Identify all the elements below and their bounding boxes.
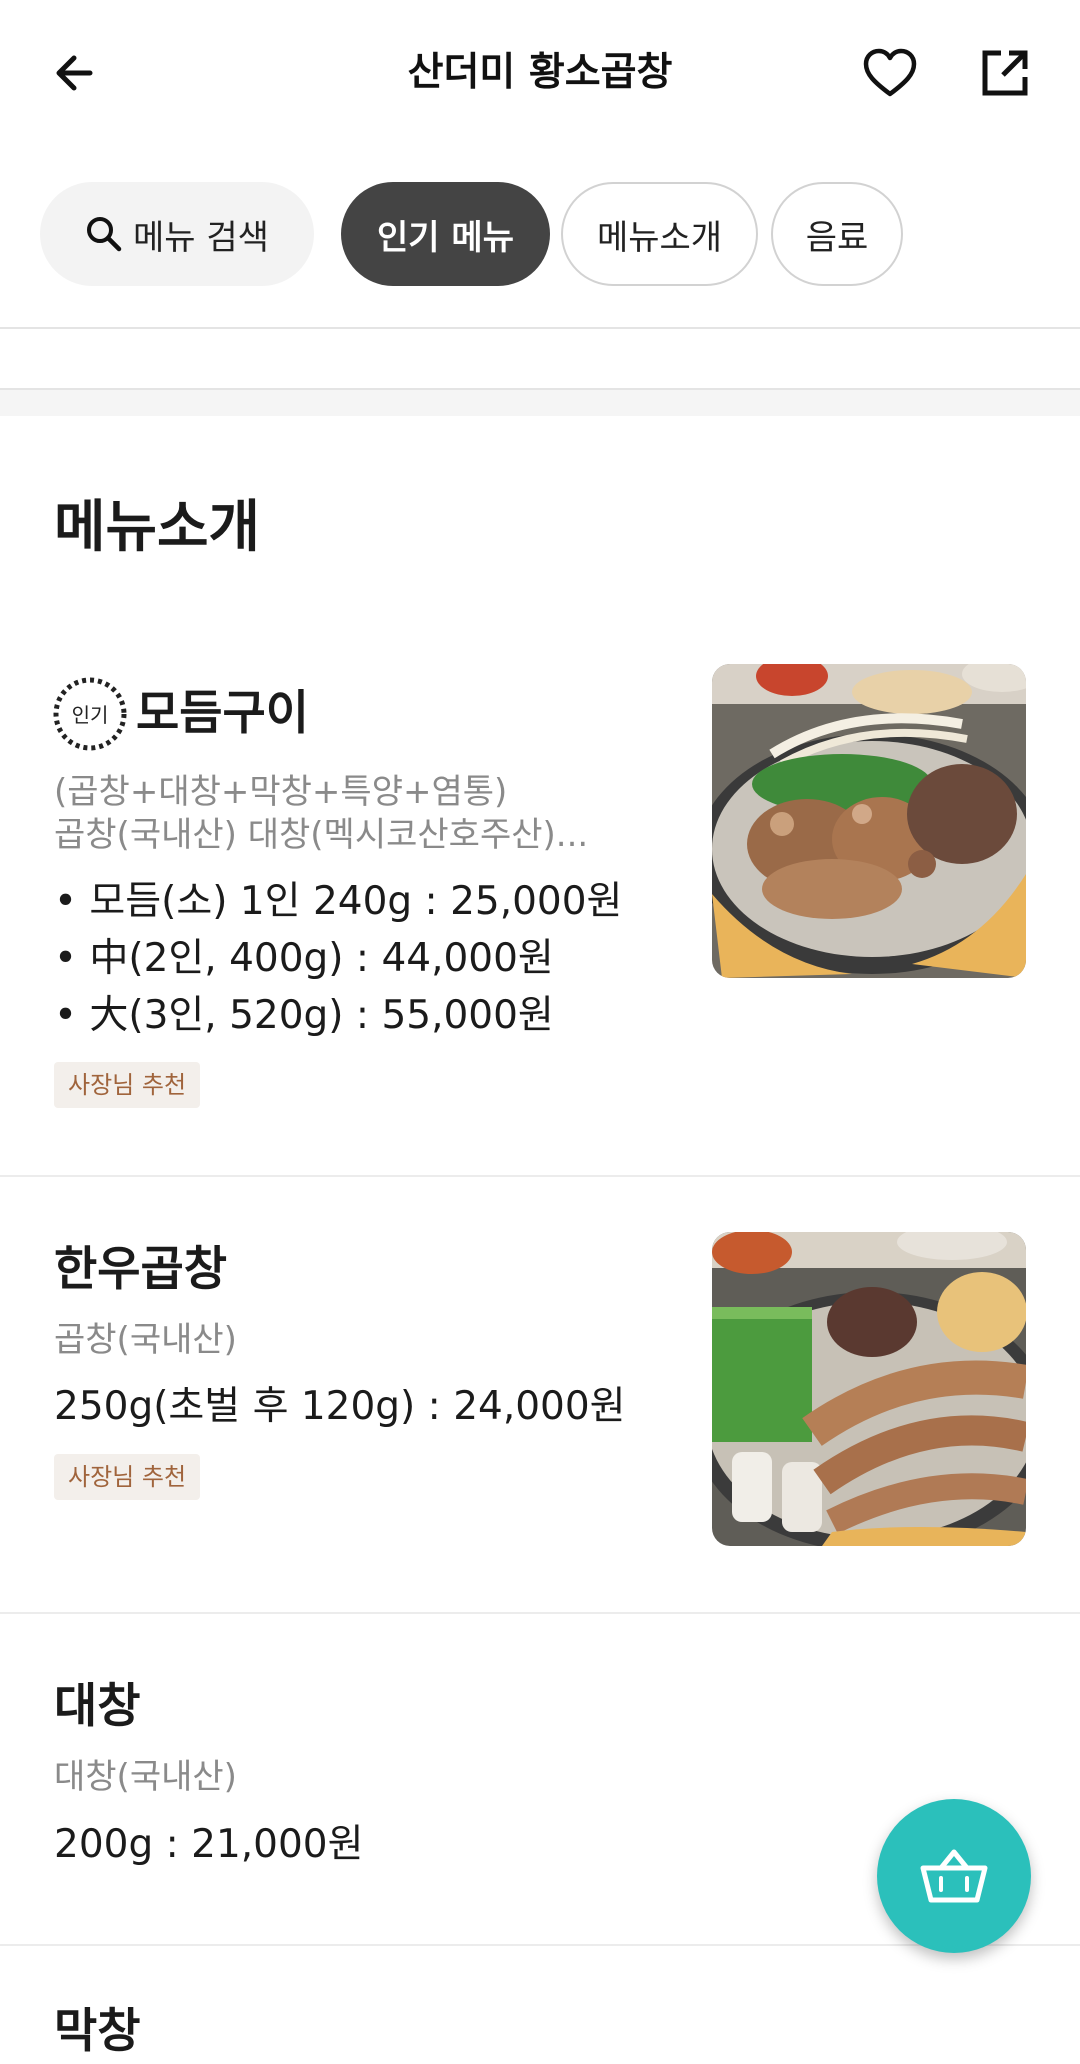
menu-item-name: 모듬구이: [136, 686, 309, 741]
chip-drinks[interactable]: 음료: [771, 182, 903, 286]
back-arrow-icon[interactable]: [40, 38, 110, 108]
item-separator: [0, 1175, 1080, 1177]
heart-icon[interactable]: [850, 38, 930, 108]
section-title: 메뉴소개: [54, 495, 261, 560]
search-icon: [87, 217, 122, 252]
menu-item-desc: 곱창(국내산) 대창(멕시코산호주산)...: [54, 815, 589, 855]
menu-item-desc: 곱창(국내산): [54, 1320, 237, 1360]
menu-item-price: 200g : 21,000원: [54, 1822, 364, 1867]
basket-icon: [920, 1849, 988, 1903]
menu-item-price: • 모듬(소) 1인 240g : 25,000원: [54, 879, 623, 924]
menu-item-desc: (곱창+대창+막창+특양+염통): [54, 772, 508, 812]
cart-button[interactable]: [877, 1799, 1031, 1953]
menu-item-name: 대창: [54, 1679, 141, 1734]
menu-item-price: 250g(초벌 후 120g) : 24,000원: [54, 1384, 626, 1429]
menu-item-desc: 대창(국내산): [54, 1757, 237, 1797]
popular-badge-text: 인기: [72, 703, 109, 727]
page-title: 산더미 황소곱창: [407, 50, 673, 95]
recommended-tag: 사장님 추천: [54, 1454, 201, 1500]
category-chips: 메뉴 검색 인기 메뉴 메뉴소개 음료: [0, 178, 1080, 290]
menu-search-label: 메뉴 검색: [133, 217, 269, 258]
menu-item-photo[interactable]: [712, 1232, 1026, 1546]
menu-item-photo[interactable]: [712, 664, 1026, 978]
menu-search-chip[interactable]: 메뉴 검색: [40, 182, 314, 286]
section-gap: [0, 390, 1080, 416]
item-separator: [0, 1612, 1080, 1614]
share-icon[interactable]: [970, 38, 1040, 108]
chip-menu-intro[interactable]: 메뉴소개: [561, 182, 758, 286]
top-bar: 산더미 황소곱창: [0, 0, 1080, 145]
popular-badge-icon: 인기: [52, 676, 128, 752]
menu-item-price: • 中(2인, 400g) : 44,000원: [54, 936, 554, 981]
chip-popular-menu[interactable]: 인기 메뉴: [341, 182, 550, 286]
menu-item-name[interactable]: 막창: [54, 2000, 140, 2064]
divider: [0, 327, 1080, 329]
menu-item-price: • 大(3인, 520g) : 55,000원: [54, 993, 554, 1038]
menu-item-name: 한우곱창: [54, 1242, 227, 1297]
recommended-tag: 사장님 추천: [54, 1062, 201, 1108]
